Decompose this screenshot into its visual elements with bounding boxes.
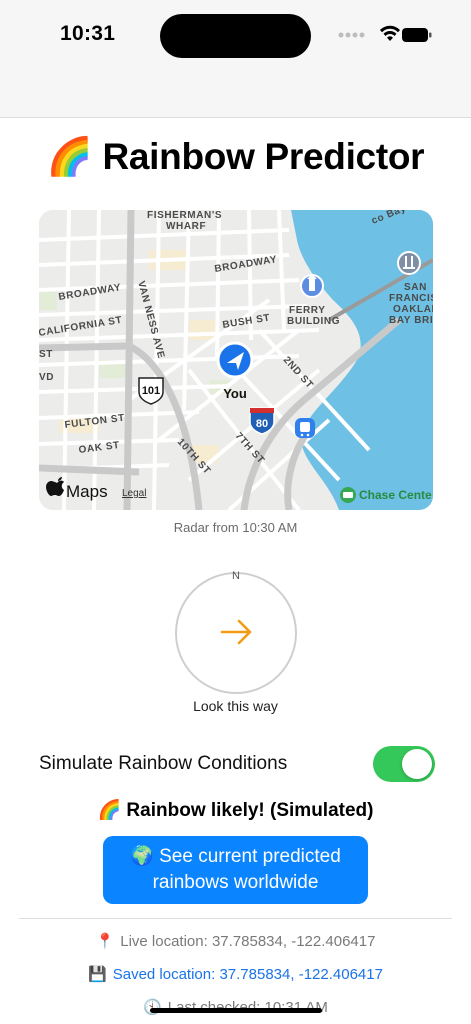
current-location-icon[interactable] — [216, 341, 254, 379]
radar-caption: Radar from 10:30 AM — [173, 520, 298, 535]
simulate-toggle-row: Simulate Rainbow Conditions — [39, 746, 435, 784]
svg-text:80: 80 — [256, 418, 268, 430]
hwy-80-shield: 80 — [249, 407, 275, 435]
map-label-sf-bay-2: FRANCISCO — [389, 293, 433, 304]
bay-bridge-pin-icon[interactable] — [397, 251, 421, 275]
map-label-wharf: WHARF — [166, 221, 206, 232]
saved-location-link[interactable]: Saved location: 37.785834, -122.406417 — [113, 966, 383, 983]
compass-caption: Look this way — [193, 698, 278, 714]
dynamic-island — [160, 14, 311, 58]
saved-location-row[interactable]: 💾 Saved location: 37.785834, -122.406417 — [0, 965, 471, 983]
map-label-sf-bay-1: SAN — [404, 282, 427, 293]
page-title: 🌈 Rainbow Predictor — [46, 136, 425, 177]
direction-compass: N — [175, 570, 297, 694]
battery-icon — [402, 28, 432, 42]
worldwide-rainbows-button[interactable]: 🌍 See current predicted rainbows worldwi… — [103, 836, 368, 904]
map-label-ferry-1: FERRY — [289, 305, 326, 316]
live-location-row: 📍 Live location: 37.785834, -122.406417 — [0, 932, 471, 950]
status-time: 10:31 — [60, 22, 116, 45]
map-label-fishermans: FISHERMAN'S — [147, 210, 222, 221]
chase-center-pin-icon[interactable] — [340, 487, 356, 503]
status-bar: 10:31 — [0, 0, 471, 118]
simulate-toggle-label: Simulate Rainbow Conditions — [39, 753, 288, 774]
compass-north-label: N — [232, 570, 240, 582]
map-legal-link[interactable]: Legal — [122, 488, 146, 499]
floppy-disk-icon: 💾 — [88, 966, 107, 983]
map-label-chase: Chase Cente — [359, 488, 432, 502]
map-label-sf-bay-4: BAY BRIDG — [389, 315, 433, 326]
svg-text:101: 101 — [142, 385, 160, 397]
wifi-icon — [380, 25, 400, 41]
map-label-st: ST — [39, 349, 53, 360]
map-view[interactable]: FISHERMAN'S WHARF BROADWAY BROADWAY CALI… — [39, 210, 433, 510]
map-label-ferry-2: BUILDING — [287, 316, 340, 327]
last-checked-row: 🕙Last checked: 10:31 AM — [0, 998, 471, 1016]
home-indicator[interactable] — [150, 1008, 322, 1013]
arrow-right-icon — [220, 619, 252, 645]
map-canvas[interactable]: FISHERMAN'S WHARF BROADWAY BROADWAY CALI… — [39, 210, 433, 510]
transit-pin-icon[interactable] — [295, 418, 315, 438]
status-icons — [338, 25, 432, 42]
map-label-you: You — [223, 386, 247, 401]
toggle-knob — [402, 749, 432, 779]
signal-dots-icon — [338, 32, 365, 38]
map-label-vd: VD — [39, 372, 54, 383]
svg-text:Maps: Maps — [66, 482, 108, 501]
cta-line-1: 🌍 See current predicted — [130, 846, 341, 867]
divider — [19, 918, 452, 919]
cta-line-2: rainbows worldwide — [152, 872, 319, 893]
live-location-text: Live location: 37.785834, -122.406417 — [120, 933, 376, 950]
ferry-building-pin-icon[interactable] — [300, 274, 324, 298]
prediction-status: 🌈 Rainbow likely! (Simulated) — [97, 800, 374, 821]
map-label-sf-bay-3: OAKLAND — [393, 304, 433, 315]
pin-icon: 📍 — [95, 933, 115, 950]
hwy-101-shield: 101 — [138, 377, 164, 405]
simulate-toggle[interactable] — [373, 746, 435, 782]
